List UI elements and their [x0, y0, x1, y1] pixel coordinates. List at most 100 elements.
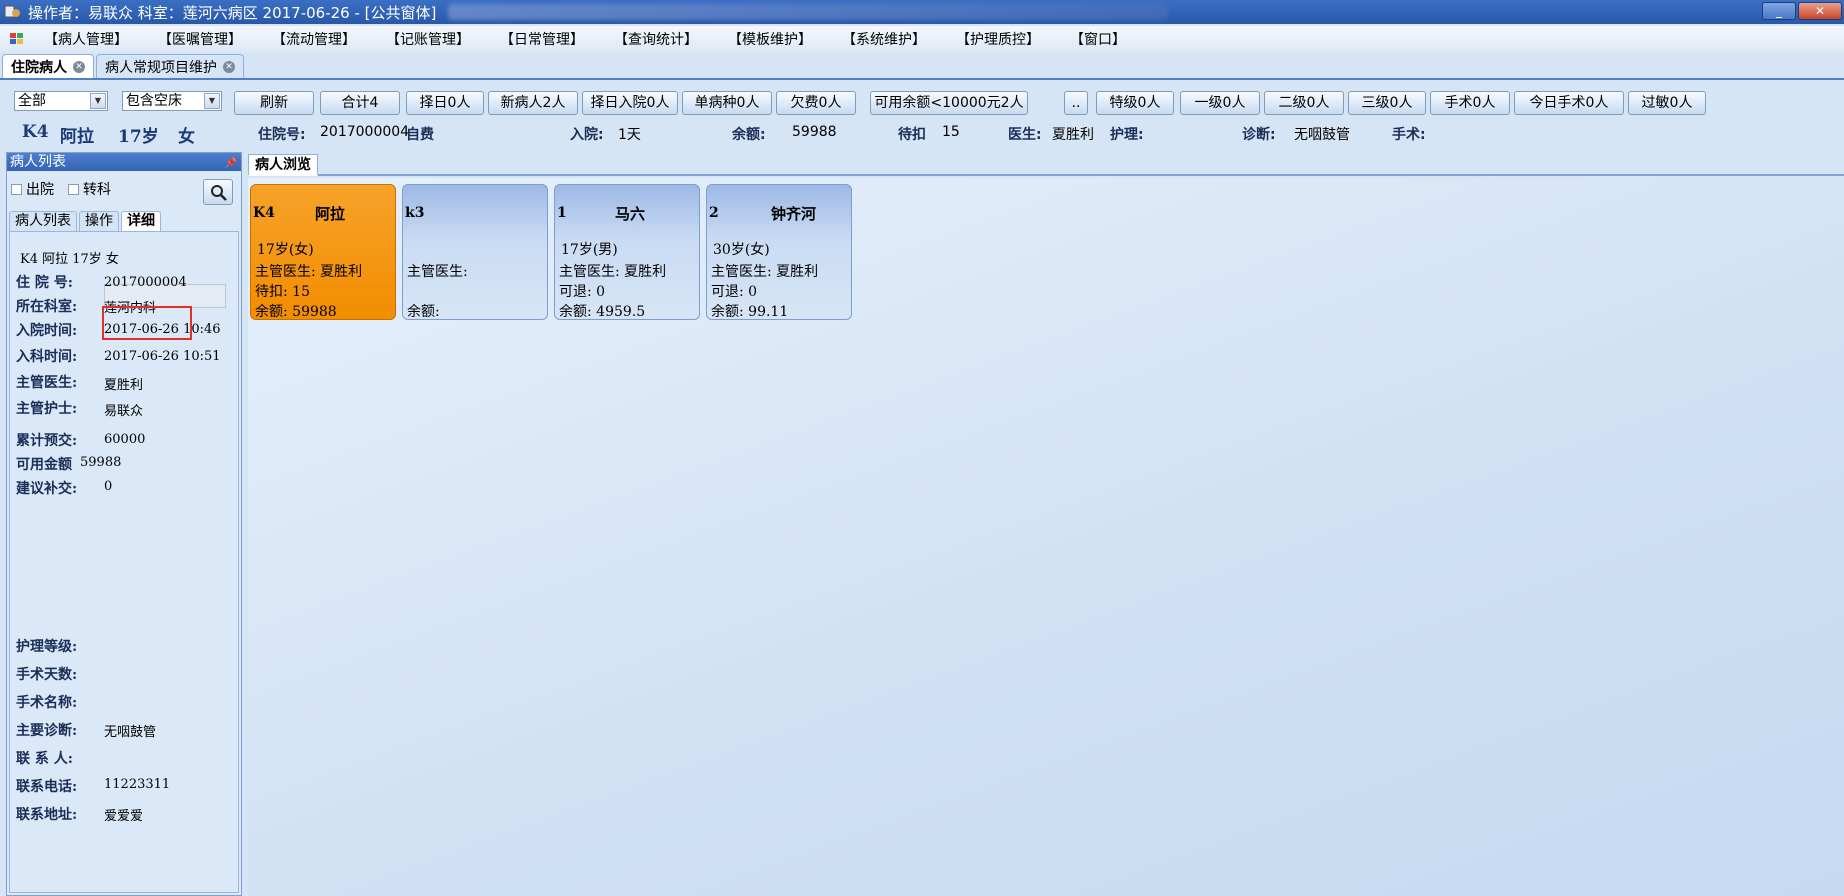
card-agesex: 17岁(女): [257, 242, 314, 258]
tab-operations[interactable]: 操作: [79, 211, 119, 231]
browse-tabs: 病人浏览: [248, 152, 1844, 176]
card-line3: 可退: 0: [711, 284, 758, 300]
window-title: 操作者：易联众 科室：莲河六病区 2017-06-26 - [公共窗体]: [28, 3, 437, 22]
tab-inpatients[interactable]: 住院病人 ✕: [2, 54, 94, 78]
minimize-button[interactable]: _: [1762, 2, 1796, 20]
pin-icon[interactable]: 📌: [225, 155, 237, 173]
menu-template[interactable]: 【模板维护】: [728, 29, 812, 49]
hosp-no-label: 住院号:: [258, 127, 306, 143]
summary-age: 17岁: [118, 127, 159, 147]
transfer-label: 转科: [83, 182, 111, 198]
discharge-checkbox[interactable]: [11, 183, 22, 195]
card-doctor: 主管医生: 夏胜利: [711, 264, 819, 280]
diag-value: 无咽鼓管: [1294, 127, 1350, 143]
menu-orders[interactable]: 【医嘱管理】: [158, 29, 242, 49]
chevron-down-icon[interactable]: ▼: [90, 93, 106, 109]
panel-title: 病人列表: [10, 154, 66, 170]
card-name: 钟齐河: [771, 205, 817, 223]
today-surgery-button[interactable]: 今日手术0人: [1514, 91, 1624, 115]
low-balance-button[interactable]: 可用余额<10000元2人: [870, 91, 1028, 115]
patient-card[interactable]: k3 主管医生: 余额:: [402, 184, 548, 320]
menu-system[interactable]: 【系统维护】: [842, 29, 926, 49]
allergy-button[interactable]: 过敏0人: [1628, 91, 1706, 115]
transfer-checkbox[interactable]: [68, 183, 79, 195]
card-agesex: 30岁(女): [713, 242, 770, 258]
patient-cards-area: K4 阿拉 17岁(女) 主管医生: 夏胜利 待扣: 15 余额: 59988 …: [248, 178, 1844, 896]
nurse-label: 护理:: [1110, 127, 1144, 143]
card-bed: 1: [557, 205, 567, 221]
card-doctor: 主管医生:: [407, 264, 468, 280]
patient-list-panel: 病人列表 📌 出院 转科 病人列表 操作 详细 K4 阿拉 17岁 女 住 院 …: [6, 152, 242, 896]
system-menu-icon[interactable]: [10, 33, 24, 45]
diag-label: 诊断:: [1242, 127, 1276, 143]
close-icon[interactable]: ✕: [73, 60, 85, 73]
search-icon: [211, 185, 227, 201]
level-two-button[interactable]: 二级0人: [1264, 91, 1344, 115]
level-three-button[interactable]: 三级0人: [1348, 91, 1426, 115]
summary-bed: K4: [22, 122, 49, 142]
menu-nursing-qc[interactable]: 【护理质控】: [956, 29, 1040, 49]
filter-checks: 出院 转科: [11, 179, 111, 199]
level-one-button[interactable]: 一级0人: [1180, 91, 1260, 115]
tab-details[interactable]: 详细: [121, 211, 161, 231]
menu-daily[interactable]: 【日常管理】: [500, 29, 584, 49]
card-bed: K4: [253, 205, 275, 221]
tab-patient-browse[interactable]: 病人浏览: [248, 154, 318, 176]
menu-query[interactable]: 【查询统计】: [614, 29, 698, 49]
surgery-button[interactable]: 手术0人: [1430, 91, 1510, 115]
special-level-button[interactable]: 特级0人: [1096, 91, 1174, 115]
app-icon: [4, 3, 22, 21]
card-name: 阿拉: [315, 205, 346, 223]
chevron-down-icon[interactable]: ▼: [204, 93, 220, 109]
single-disease-button[interactable]: 单病种0人: [682, 91, 772, 115]
close-icon[interactable]: ✕: [223, 60, 235, 73]
panel-tabs: 病人列表 操作 详细: [9, 209, 163, 231]
surgery-label: 手术:: [1392, 127, 1426, 143]
balance-label: 余额:: [732, 127, 766, 143]
ward-filter-select[interactable]: 全部 ▼: [14, 91, 108, 111]
total-button[interactable]: 合计4: [320, 91, 400, 115]
more-button[interactable]: ..: [1064, 91, 1088, 115]
blurred-region: [448, 4, 1169, 20]
select-value: 全部: [18, 93, 46, 109]
tab-label: 住院病人: [11, 59, 67, 76]
pending-label: 待扣: [898, 127, 926, 143]
tab-patient-list[interactable]: 病人列表: [9, 211, 77, 231]
menu-window[interactable]: 【窗口】: [1070, 29, 1126, 49]
scheduled-button[interactable]: 择日0人: [406, 91, 484, 115]
arrears-button[interactable]: 欠费0人: [776, 91, 856, 115]
search-button[interactable]: [203, 179, 233, 205]
pay-type: 自费: [406, 127, 434, 143]
doctor-value: 夏胜利: [1052, 127, 1094, 143]
bed-filter-select[interactable]: 包含空床 ▼: [122, 91, 222, 111]
close-button[interactable]: ✕: [1798, 2, 1842, 20]
scheduled-admission-button[interactable]: 择日入院0人: [582, 91, 678, 115]
card-bed: k3: [405, 205, 425, 221]
select-value: 包含空床: [126, 93, 182, 109]
card-bed: 2: [709, 205, 719, 221]
menu-patient[interactable]: 【病人管理】: [44, 29, 128, 49]
patient-card[interactable]: 1 马六 17岁(男) 主管医生: 夏胜利 可退: 0 余额: 4959.5: [554, 184, 700, 320]
highlight-box: [102, 306, 192, 340]
card-name: 马六: [615, 205, 646, 223]
summary-sex: 女: [178, 127, 195, 147]
doctor-label: 医生:: [1008, 127, 1042, 143]
card-agesex: 17岁(男): [561, 242, 618, 258]
tab-routine-items[interactable]: 病人常规项目维护 ✕: [96, 54, 244, 78]
admit-days: 1天: [618, 127, 641, 143]
card-balance: 余额:: [407, 304, 440, 320]
card-balance: 余额: 59988: [255, 304, 337, 320]
menu-billing[interactable]: 【记账管理】: [386, 29, 470, 49]
patient-card[interactable]: K4 阿拉 17岁(女) 主管医生: 夏胜利 待扣: 15 余额: 59988: [250, 184, 396, 320]
pending-value: 15: [942, 124, 960, 140]
new-patients-button[interactable]: 新病人2人: [488, 91, 578, 115]
card-balance: 余额: 4959.5: [559, 304, 646, 320]
menu-flow[interactable]: 【流动管理】: [272, 29, 356, 49]
hosp-no-value: 2017000004: [320, 124, 410, 140]
patient-card[interactable]: 2 钟齐河 30岁(女) 主管医生: 夏胜利 可退: 0 余额: 99.11: [706, 184, 852, 320]
card-balance: 余额: 99.11: [711, 304, 789, 320]
card-doctor: 主管医生: 夏胜利: [559, 264, 667, 280]
panel-header: 病人列表 📌: [7, 153, 241, 171]
details-body: K4 阿拉 17岁 女 住 院 号: 2017000004 所在科室: 莲河内科 入…: [9, 231, 239, 893]
refresh-button[interactable]: 刷新: [234, 91, 314, 115]
